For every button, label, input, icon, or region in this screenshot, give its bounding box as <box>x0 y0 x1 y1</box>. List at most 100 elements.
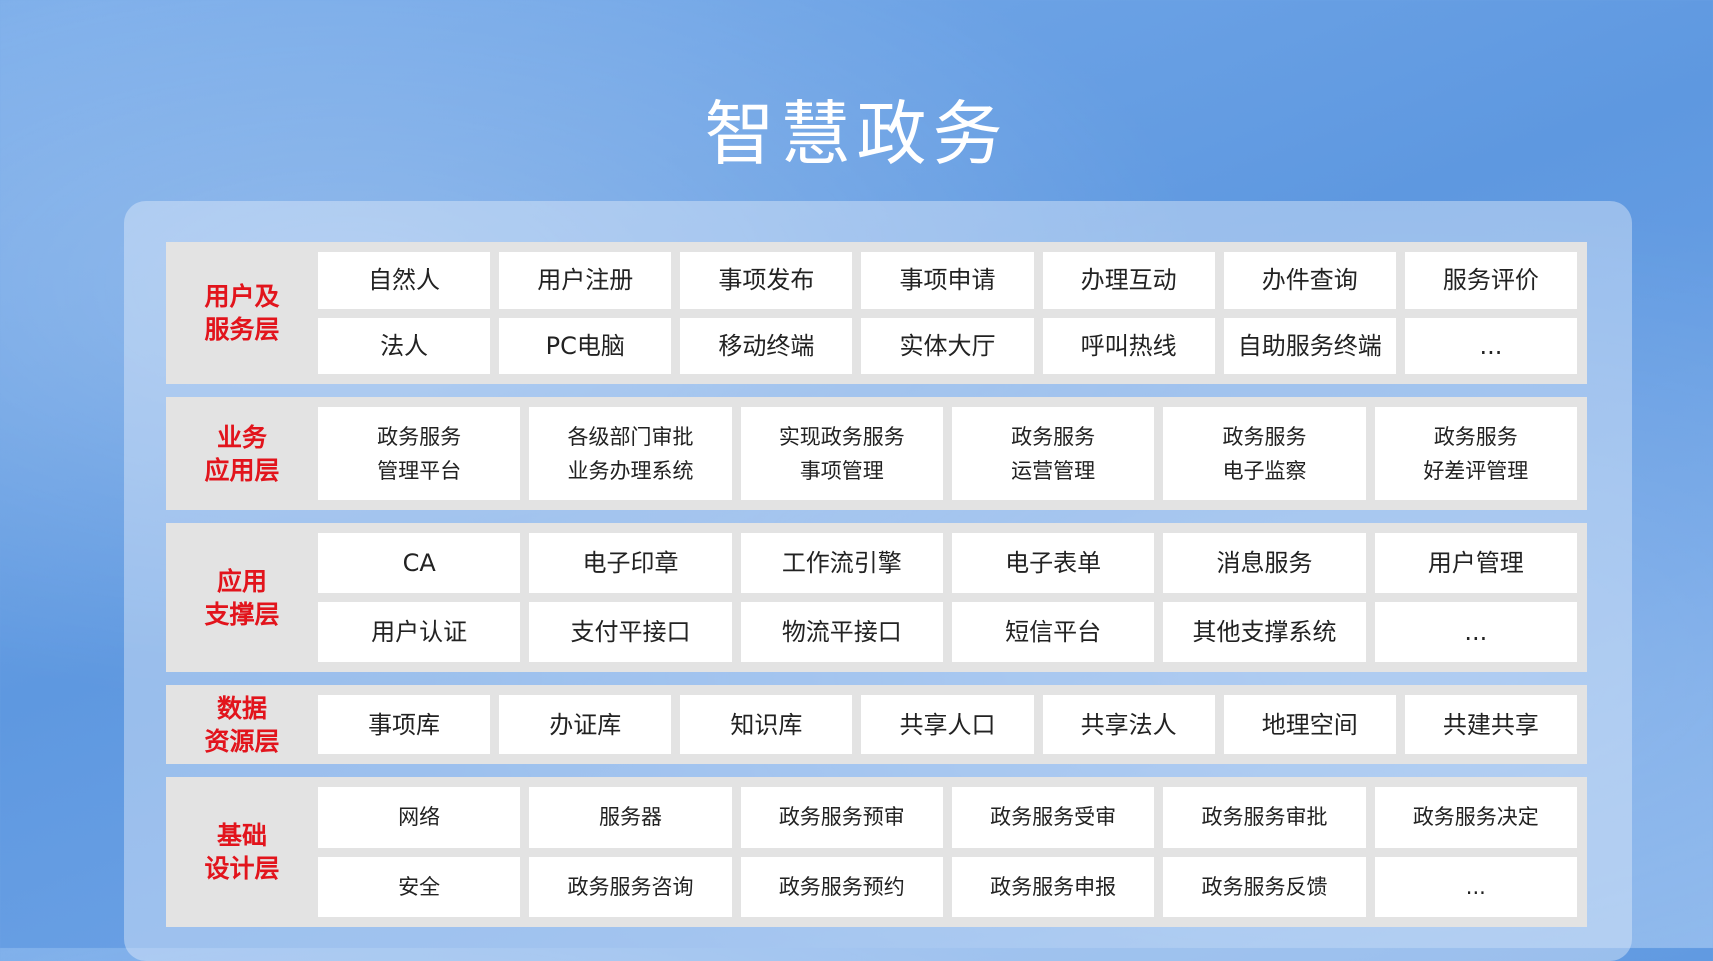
layer-cell: 办件查询 <box>1223 252 1396 309</box>
cell-text: 政务服务反馈 <box>1201 870 1327 904</box>
layer-label-line: 资源层 <box>204 726 280 756</box>
layer-cell: ... <box>1404 317 1577 374</box>
cell-text: 物流平接口 <box>782 615 902 649</box>
cell-text-line: 其他支撑系统 <box>1192 618 1337 646</box>
layer-cells: 事项库 办证库 知识库 共享人口 共享法人 地理空间 共建共享 <box>318 685 1587 764</box>
cell-text: 网络 <box>398 800 440 834</box>
layer-cell: 政务服务 运营管理 <box>951 407 1155 500</box>
cell-text: 支付平接口 <box>570 615 690 649</box>
cell-text: 办理互动 <box>1081 263 1177 297</box>
cell-text: 办件查询 <box>1262 263 1358 297</box>
cell-text: CA <box>403 546 436 580</box>
cell-text-line: 电子印章 <box>582 549 679 577</box>
cell-text-line: 业务办理系统 <box>567 458 694 483</box>
cell-text-line: 知识库 <box>730 710 803 739</box>
cell-text: 政务服务 管理平台 <box>377 420 461 488</box>
cell-text: 自然人 <box>368 263 440 297</box>
page-title: 智慧政务 <box>704 93 1009 175</box>
cell-text-line: 事项库 <box>368 710 441 739</box>
layer-cell: 共享法人 <box>1042 695 1215 754</box>
cell-text: 政务服务决定 <box>1413 800 1539 834</box>
cell-text-line: ... <box>1465 874 1486 899</box>
cell-text-line: 政务服务 <box>1433 424 1518 449</box>
layer-cell: 知识库 <box>680 695 853 754</box>
cell-text-line: 政务服务申报 <box>990 874 1117 899</box>
cell-text: 知识库 <box>730 708 802 742</box>
cell-text-line: 共享人口 <box>899 710 996 739</box>
layer-cell: 实现政务服务 事项管理 <box>740 407 943 500</box>
layer-cell: 支付平接口 <box>529 602 732 662</box>
cell-text: 政务服务审批 <box>1201 800 1327 834</box>
cell-text-line: 政务服务咨询 <box>567 874 694 899</box>
cell-text-line: 用户认证 <box>371 618 468 646</box>
layer-label-line: 基础 <box>216 821 267 850</box>
cell-text: 服务评价 <box>1443 263 1539 297</box>
cell-text: 实体大厅 <box>899 329 995 363</box>
layer-cell: 事项申请 <box>861 252 1034 309</box>
cell-text: 事项申请 <box>899 263 995 297</box>
cell-text-line: 政务服务反馈 <box>1201 874 1328 899</box>
cell-text-line: 政务服务审批 <box>1201 805 1328 830</box>
cell-text: 其他支撑系统 <box>1192 615 1336 649</box>
layer-cell: 政务服务 电子监察 <box>1163 407 1366 500</box>
cell-text: 事项库 <box>368 708 440 742</box>
cell-text-line: 事项发布 <box>718 266 815 295</box>
cell-text-line: 各级部门审批 <box>567 424 694 449</box>
cell-text-line: ... <box>1479 331 1503 360</box>
cell-text-line: 用户管理 <box>1427 549 1524 577</box>
layer-cell: 共建共享 <box>1404 695 1577 754</box>
cell-text-line: 电子表单 <box>1005 549 1102 577</box>
layer-cell: 自助服务终端 <box>1223 317 1396 374</box>
cell-text-line: 地理空间 <box>1261 710 1358 739</box>
layer-cell: 用户认证 <box>318 602 521 662</box>
cell-text-line: 安全 <box>398 874 441 899</box>
layer-cell: 地理空间 <box>1223 695 1396 754</box>
cell-text-line: 实现政务服务 <box>778 424 905 449</box>
layer-cell: 政务服务 管理平台 <box>318 407 521 500</box>
cell-text: 政务服务 运营管理 <box>1011 420 1095 488</box>
cell-text-line: 法人 <box>380 331 429 360</box>
layer-user-service: 用户及 服务层 自然人 用户注册 事项发布 事项申请 办理互动 办件查询 服务评价 法人 PC电脑 移… <box>166 242 1587 384</box>
cell-text: 共享人口 <box>899 708 995 742</box>
cell-text: PC电脑 <box>546 329 625 363</box>
cell-text: 办证库 <box>549 708 621 742</box>
cell-text-line: 办件查询 <box>1261 266 1358 295</box>
cell-text: 政务服务咨询 <box>567 870 693 904</box>
layer-cell: 物流平接口 <box>740 602 943 662</box>
cell-text: 政务服务申报 <box>990 870 1116 904</box>
layer-cell: 消息服务 <box>1163 533 1366 593</box>
layer-cell: 其他支撑系统 <box>1163 602 1366 662</box>
cell-text: 各级部门审批 业务办理系统 <box>567 420 693 488</box>
cell-text: 电子表单 <box>1005 546 1101 580</box>
cell-text: 服务器 <box>599 800 662 834</box>
layer-cells: 网络 服务器 政务服务预审 政务服务受审 政务服务审批 政务服务决定 安全 政务服务咨询 政务服… <box>318 777 1587 927</box>
cell-text-line: 办证库 <box>549 710 622 739</box>
cell-text-line: ... <box>1464 618 1488 646</box>
layer-cells: 自然人 用户注册 事项发布 事项申请 办理互动 办件查询 服务评价 法人 PC电脑 移动终端 实体大… <box>318 242 1587 384</box>
cell-text-line: 事项管理 <box>799 458 884 483</box>
cell-text-line: 政务服务预约 <box>778 874 905 899</box>
layer-cells: 政务服务 管理平台 各级部门审批 业务办理系统 实现政务服务 事项管理 政务服务 运营管理 政务… <box>318 397 1587 510</box>
cell-text-line: 移动终端 <box>718 331 815 360</box>
layer-infrastructure: 基础 设计层 网络 服务器 政务服务预审 政务服务受审 政务服务审批 政务服务决定 安全 政务服务… <box>166 777 1587 927</box>
layer-cell: PC电脑 <box>499 317 672 374</box>
cell-text: 自助服务终端 <box>1238 329 1382 363</box>
layer-cell: 共享人口 <box>861 695 1034 754</box>
layer-label-line: 应用 <box>216 566 267 596</box>
cell-text: 法人 <box>380 329 428 363</box>
layer-cell: 服务器 <box>529 787 732 848</box>
cell-text: 工作流引擎 <box>782 546 902 580</box>
cell-text-line: 政务服务预审 <box>778 805 905 830</box>
cell-text-line: 事项申请 <box>899 266 996 295</box>
cell-text: 电子印章 <box>582 546 678 580</box>
cell-text: 共建共享 <box>1443 708 1539 742</box>
layer-label-line: 设计层 <box>204 854 280 883</box>
layer-label-line: 服务层 <box>204 315 280 344</box>
cell-text-line: 网络 <box>398 805 441 830</box>
cell-text: 政务服务 好差评管理 <box>1423 420 1528 488</box>
cell-text: ... <box>1464 615 1487 649</box>
layer-cells: CA 电子印章 工作流引擎 电子表单 消息服务 用户管理 用户认证 支付平接口 物流平接口 短信平… <box>318 523 1587 672</box>
layer-cell: 电子表单 <box>951 533 1155 593</box>
cell-text: 移动终端 <box>718 329 814 363</box>
layer-cell: 安全 <box>318 856 521 917</box>
